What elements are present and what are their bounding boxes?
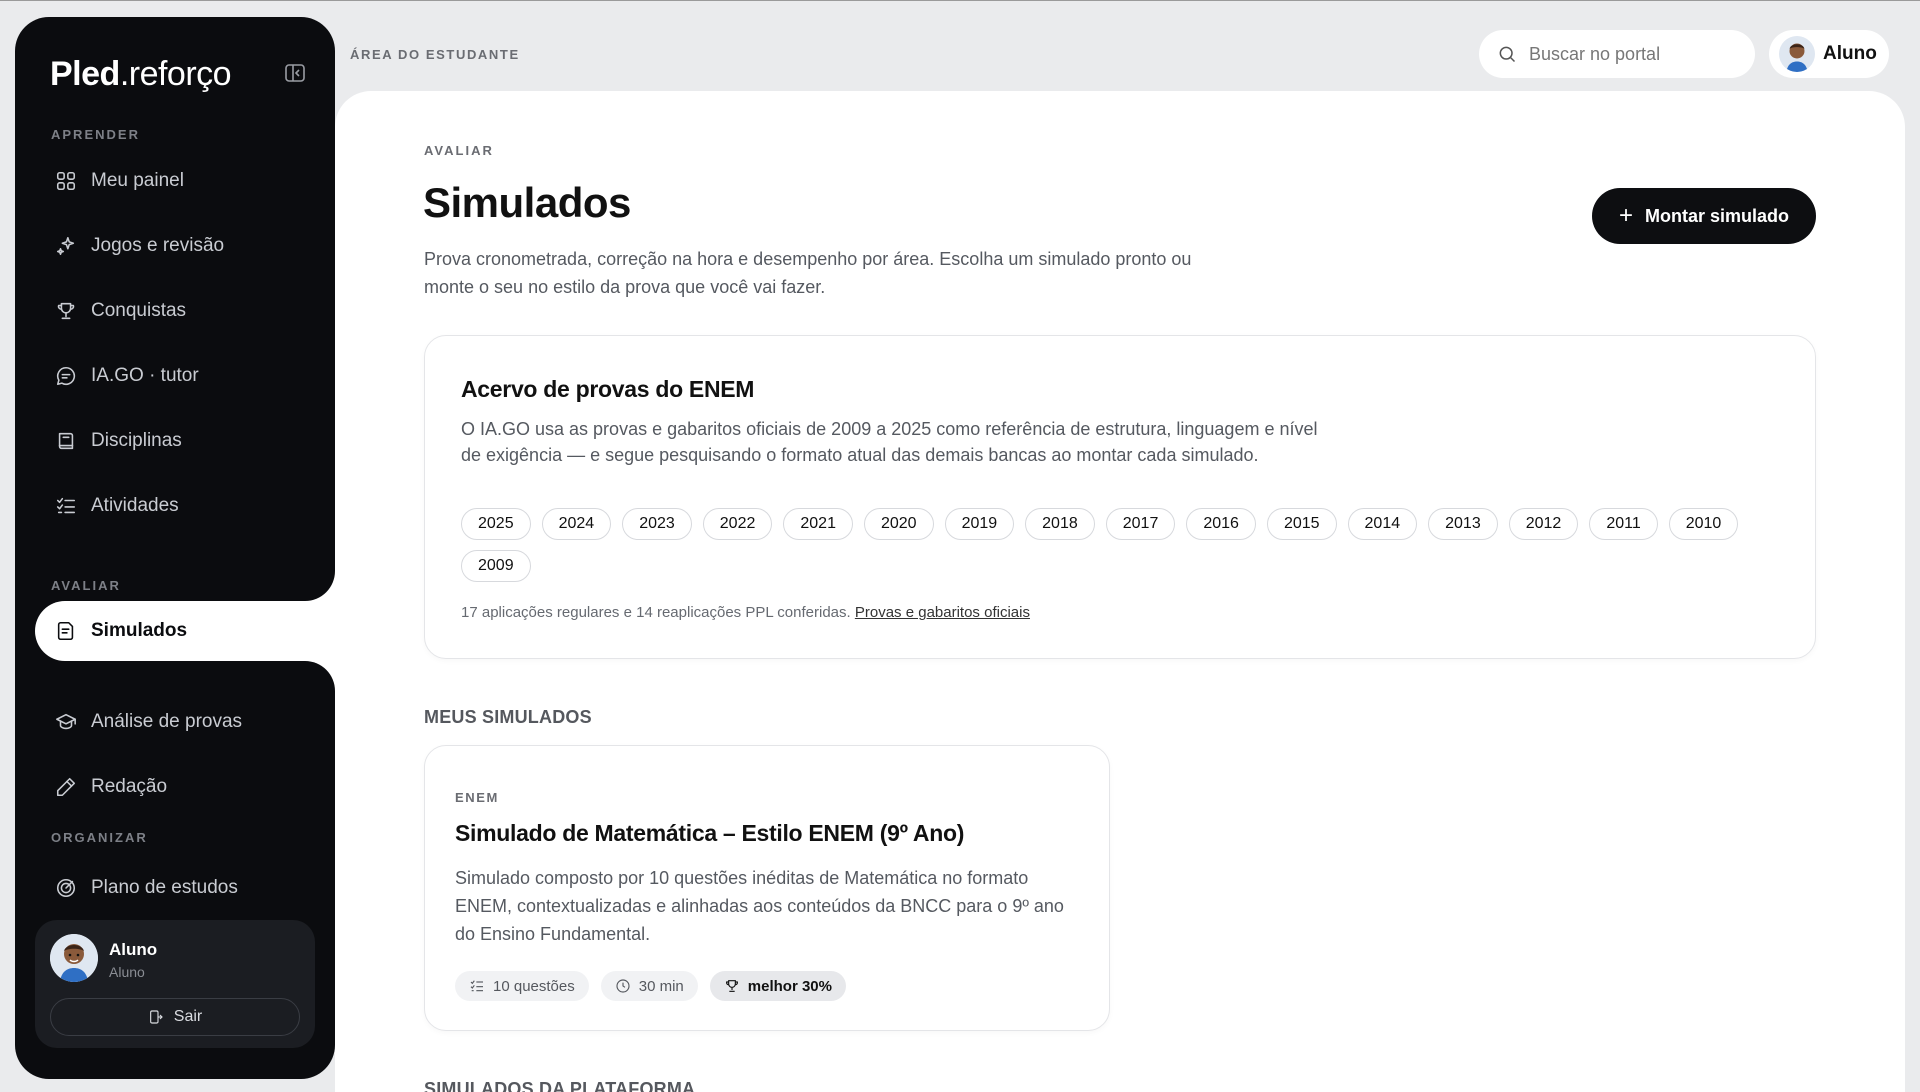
brand-logo[interactable]: Pled.reforço	[50, 55, 232, 94]
document-icon	[57, 621, 74, 641]
search-input[interactable]	[1529, 43, 1739, 65]
user-card: Aluno Aluno Sair	[35, 920, 315, 1048]
sidebar-item-jogos[interactable]: Jogos e revisão	[35, 218, 315, 274]
avatar	[50, 934, 98, 982]
year-chip-2018[interactable]: 2018	[1025, 508, 1095, 540]
sidebar-item-atividades[interactable]: Atividades	[35, 478, 315, 534]
year-chip-2023[interactable]: 2023	[622, 508, 692, 540]
acervo-title: Acervo de provas do ENEM	[461, 376, 755, 402]
year-chip-2011[interactable]: 2011	[1589, 508, 1658, 540]
breadcrumb: ÁREA DO ESTUDANTE	[350, 47, 520, 62]
simulado-title: Simulado de Matemática – Estilo ENEM (9º…	[455, 820, 965, 846]
year-chip-2015[interactable]: 2015	[1266, 508, 1337, 540]
trophy-icon	[57, 302, 75, 320]
sidebar-item-iago-tutor[interactable]: IA.GO · tutor	[35, 348, 315, 404]
acervo-description: O IA.GO usa as provas e gabaritos oficia…	[461, 419, 1318, 465]
sidebar-collapse-icon[interactable]	[283, 61, 307, 85]
main-panel: AVALIAR Simulados Prova cronometrada, co…	[335, 91, 1905, 1092]
logout-label: Sair	[173, 1008, 203, 1025]
target-icon	[56, 878, 76, 898]
chat-icon	[56, 366, 76, 386]
sidebar-item-label: Jogos e revisão	[91, 235, 225, 256]
year-chip-2019[interactable]: 2019	[944, 508, 1015, 540]
sidebar-item-conquistas[interactable]: Conquistas	[35, 283, 315, 339]
nav-section-avaliar: AVALIAR	[51, 578, 121, 593]
questions-count: 10 questões	[493, 977, 575, 995]
year-chip-2017[interactable]: 2017	[1105, 508, 1176, 540]
year-chip-2013[interactable]: 2013	[1428, 508, 1498, 540]
year-chip-2022[interactable]: 2022	[702, 508, 773, 540]
sidebar-item-label: Análise de provas	[91, 711, 243, 732]
year-chip-2010[interactable]: 2010	[1668, 508, 1739, 540]
page-description: Prova cronometrada, correção na hora e d…	[424, 249, 1192, 297]
section-title-simulados-plataforma: SIMULADOS DA PLATAFORMA	[424, 1079, 696, 1092]
list-icon	[470, 980, 483, 992]
duration-value: 30 min	[638, 977, 684, 995]
sidebar-item-label: Atividades	[91, 495, 179, 516]
trophy-icon	[725, 980, 738, 992]
sidebar-item-label: IA.GO · tutor	[91, 365, 199, 386]
sidebar-item-analise-provas[interactable]: Análise de provas	[35, 694, 315, 750]
page-eyebrow: AVALIAR	[424, 143, 494, 158]
official-exams-link[interactable]: Provas e gabaritos oficiais	[855, 604, 1030, 621]
duration-badge: 30 min	[600, 971, 698, 1001]
logout-icon	[149, 1010, 163, 1024]
sidebar-item-simulados[interactable]: Simulados	[35, 603, 315, 659]
year-chip-2020[interactable]: 2020	[863, 508, 934, 540]
simulado-badges: 10 questões 30 min melhor 30%	[455, 971, 846, 1001]
year-chip-2016[interactable]: 2016	[1186, 508, 1256, 540]
list-icon	[56, 497, 76, 514]
profile-button[interactable]: Aluno	[1769, 30, 1889, 78]
logout-button[interactable]: Sair	[50, 998, 300, 1036]
sidebar-item-label: Meu painel	[91, 170, 184, 191]
best-score-badge: melhor 30%	[709, 971, 846, 1001]
build-simulado-button[interactable]: + Montar simulado	[1592, 188, 1816, 244]
year-chip-list: 2025 2024 2023 2022 2021 2020 2019 2018 …	[461, 508, 1761, 582]
pencil-icon	[56, 777, 76, 797]
simulado-tag: ENEM	[455, 790, 499, 805]
simulado-card[interactable]: ENEM Simulado de Matemática – Estilo ENE…	[424, 745, 1110, 1031]
sparkles-icon	[56, 236, 75, 256]
active-tab-notch	[300, 571, 335, 601]
sidebar-item-label: Conquistas	[91, 300, 187, 321]
acervo-card: Acervo de provas do ENEM O IA.GO usa as …	[424, 335, 1816, 659]
sidebar-item-label: Plano de estudos	[91, 877, 238, 898]
simulado-description: Simulado composto por 10 questões inédit…	[455, 868, 1064, 944]
grid-icon	[56, 171, 76, 191]
search-box[interactable]	[1479, 30, 1755, 78]
build-simulado-label: Montar simulado	[1645, 205, 1790, 226]
sidebar-item-plano-estudos[interactable]: Plano de estudos	[35, 871, 315, 907]
nav-section-organizar: ORGANIZAR	[51, 830, 148, 845]
search-icon	[1499, 46, 1516, 63]
sidebar-item-meu-painel[interactable]: Meu painel	[35, 153, 315, 209]
sidebar-item-label: Disciplinas	[91, 430, 182, 451]
sidebar-item-label: Simulados	[91, 620, 188, 641]
user-name: Aluno	[109, 940, 158, 959]
active-tab-notch	[300, 661, 335, 691]
page-title: Simulados	[423, 179, 631, 226]
profile-name: Aluno	[1823, 43, 1877, 64]
year-chip-2009[interactable]: 2009	[461, 550, 531, 582]
acervo-footnote-text: 17 aplicações regulares e 14 reaplicaçõe…	[461, 604, 851, 621]
sidebar-item-label: Redação	[91, 776, 168, 797]
best-score-value: melhor 30%	[747, 977, 832, 995]
questions-badge: 10 questões	[455, 971, 589, 1001]
clock-icon	[616, 979, 630, 993]
book-icon	[58, 432, 74, 450]
sidebar: Pled.reforço APRENDER Meu painel Jogos e…	[15, 17, 335, 1079]
sidebar-item-redacao[interactable]: Redação	[35, 759, 315, 815]
nav-section-aprender: APRENDER	[51, 127, 140, 142]
year-chip-2025[interactable]: 2025	[461, 508, 531, 540]
year-chip-2012[interactable]: 2012	[1508, 508, 1579, 540]
sidebar-item-disciplinas[interactable]: Disciplinas	[35, 413, 315, 469]
acervo-footnote: 17 aplicações regulares e 14 reaplicaçõe…	[461, 604, 1030, 621]
year-chip-2021[interactable]: 2021	[783, 508, 853, 540]
year-chip-2014[interactable]: 2014	[1347, 508, 1418, 540]
year-chip-2024[interactable]: 2024	[541, 508, 612, 540]
section-title-meus-simulados: MEUS SIMULADOS	[424, 707, 592, 727]
user-role: Aluno	[109, 964, 145, 980]
plus-icon: +	[1618, 202, 1633, 229]
graduation-cap-icon	[56, 713, 76, 730]
avatar	[1779, 36, 1815, 72]
